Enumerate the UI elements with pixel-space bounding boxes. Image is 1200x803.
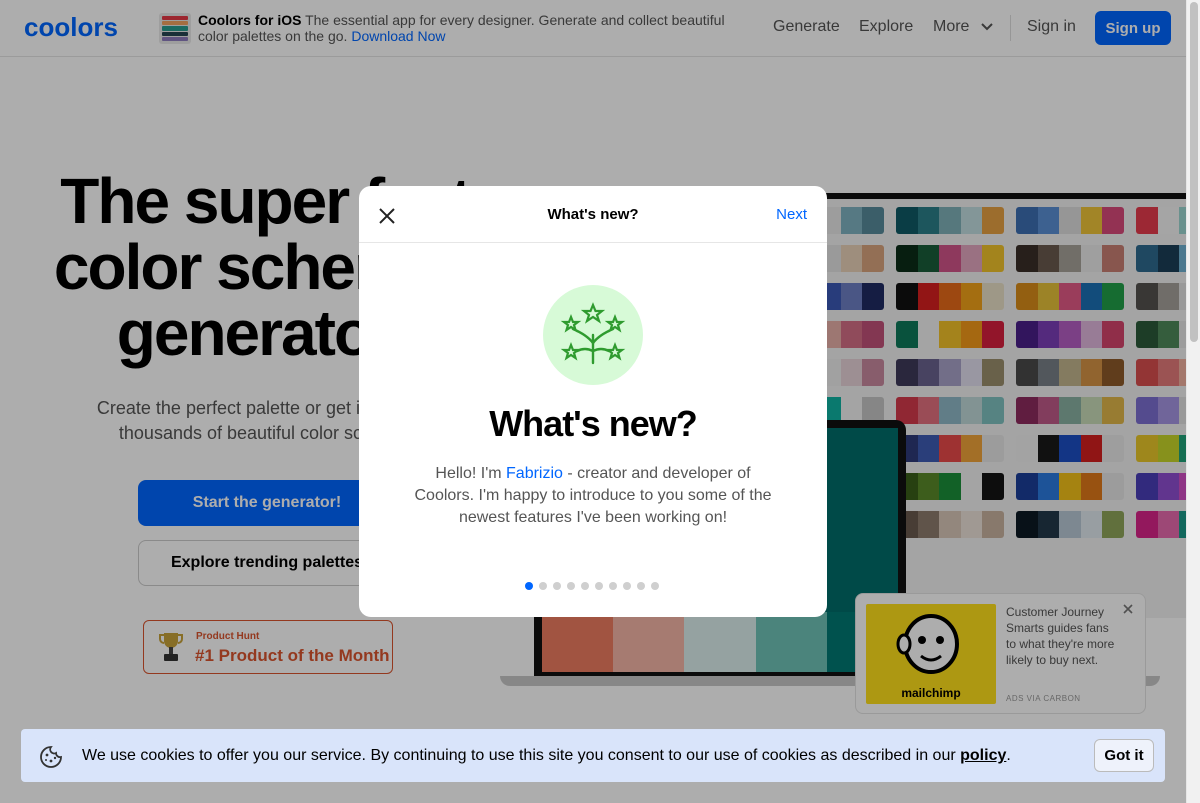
cookie-period: . — [1006, 747, 1011, 764]
step-dot[interactable] — [567, 582, 575, 590]
step-dot[interactable] — [623, 582, 631, 590]
modal-heading: What's new? — [489, 403, 698, 444]
creator-name-link[interactable]: Fabrizio — [506, 465, 563, 482]
cookie-message: We use cookies to offer you our service.… — [82, 747, 1011, 765]
fireworks-icon — [560, 302, 626, 365]
modal-next-button[interactable]: Next — [776, 206, 807, 223]
cookie-banner: We use cookies to offer you our service.… — [21, 729, 1165, 782]
step-dot[interactable] — [553, 582, 561, 590]
modal-header: What's new? Next — [359, 186, 827, 243]
step-dot[interactable] — [651, 582, 659, 590]
fireworks-badge — [543, 285, 643, 385]
step-dot[interactable] — [525, 582, 533, 590]
step-dot[interactable] — [609, 582, 617, 590]
page-scrollbar[interactable] — [1186, 0, 1200, 803]
whats-new-modal: What's new? Next What's new? Hello! I'm … — [359, 186, 827, 617]
modal-body-prefix: Hello! I'm — [435, 465, 507, 482]
step-dot[interactable] — [539, 582, 547, 590]
cookie-text: We use cookies to offer you our service.… — [82, 747, 956, 764]
policy-link[interactable]: policy — [960, 747, 1006, 764]
cookie-accept-button[interactable]: Got it — [1094, 739, 1154, 772]
step-dot[interactable] — [595, 582, 603, 590]
modal-body: Hello! I'm Fabrizio - creator and develo… — [413, 463, 773, 529]
step-dot[interactable] — [581, 582, 589, 590]
step-indicator — [525, 582, 659, 592]
page: coolors Coolors for iOS The essential ap… — [0, 0, 1200, 803]
cookie-icon — [40, 746, 62, 768]
modal-title: What's new? — [547, 206, 639, 223]
step-dot[interactable] — [637, 582, 645, 590]
scrollbar-thumb[interactable] — [1190, 2, 1198, 342]
